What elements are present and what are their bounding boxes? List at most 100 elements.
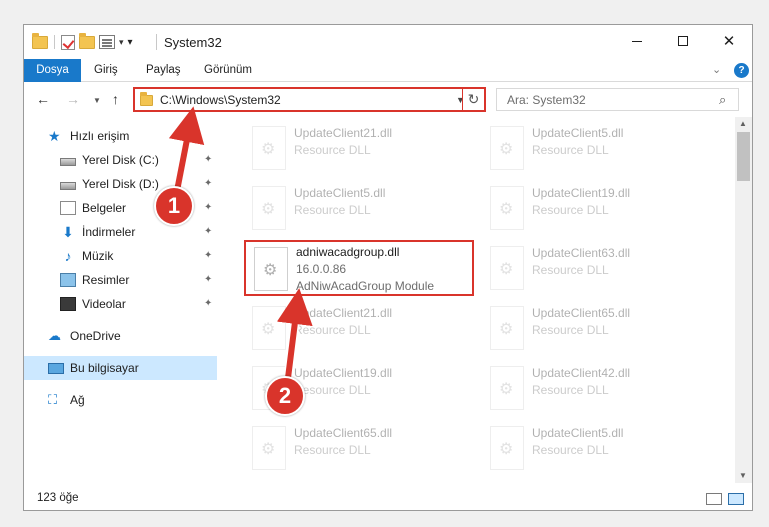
- file-description: Resource DLL: [294, 323, 371, 337]
- file-name: UpdateClient65.dll: [294, 426, 393, 440]
- maximize-button[interactable]: [660, 25, 706, 57]
- close-button[interactable]: ✕: [706, 25, 752, 57]
- file-item[interactable]: UpdateClient65.dll Resource DLL: [482, 301, 712, 357]
- pin-icon[interactable]: ✦: [204, 274, 212, 285]
- file-list: UpdateClient21.dll Resource DLL UpdateCl…: [234, 117, 736, 483]
- chevron-down-icon[interactable]: ▾: [119, 37, 124, 48]
- sidebar-item-label: Belgeler: [82, 201, 127, 215]
- title-bar: ▾ ▾ System32 ✕: [24, 25, 752, 59]
- file-item[interactable]: UpdateClient5.dll Resource DLL: [244, 181, 474, 237]
- file-name: UpdateClient19.dll: [294, 366, 393, 380]
- status-bar: 123 öğe: [24, 487, 752, 510]
- dll-file-icon: [252, 306, 286, 350]
- file-description: Resource DLL: [532, 443, 609, 457]
- expand-ribbon-icon[interactable]: ⌄: [712, 63, 721, 76]
- file-item[interactable]: UpdateClient21.dll Resource DLL: [244, 301, 474, 357]
- toolbar-divider: [54, 35, 55, 49]
- dll-file-icon: [490, 366, 524, 410]
- vertical-scrollbar[interactable]: ▲ ▼: [735, 117, 752, 483]
- sidebar-item-downloads[interactable]: ⬇ İndirmeler ✦: [24, 220, 217, 244]
- sidebar-item-label: Ağ: [70, 393, 85, 407]
- refresh-button[interactable]: ↻: [462, 87, 486, 112]
- pictures-icon: [60, 273, 76, 287]
- title-divider: [156, 34, 157, 50]
- file-name: UpdateClient21.dll: [294, 126, 393, 140]
- sidebar-item-onedrive[interactable]: ☁ OneDrive: [24, 324, 217, 348]
- file-item[interactable]: UpdateClient63.dll Resource DLL: [482, 241, 712, 297]
- search-input[interactable]: Ara: System32 ⌕: [496, 88, 739, 111]
- properties-check-icon[interactable]: [61, 34, 75, 50]
- window-title: System32: [164, 35, 222, 50]
- pin-icon[interactable]: ✦: [204, 154, 212, 165]
- file-description: Resource DLL: [532, 383, 609, 397]
- sidebar-item-label: Yerel Disk (D:): [82, 177, 159, 191]
- sidebar-item-videos[interactable]: Videolar ✦: [24, 292, 217, 316]
- customize-toolbar-icon[interactable]: ▾: [128, 37, 133, 48]
- music-note-icon: ♪: [64, 248, 72, 264]
- search-placeholder: Ara: System32: [507, 93, 586, 107]
- pin-icon[interactable]: ✦: [204, 202, 212, 213]
- sidebar-item-network[interactable]: ⛶ Ağ: [24, 388, 217, 412]
- tab-view[interactable]: Görünüm: [194, 59, 262, 82]
- file-item[interactable]: UpdateClient5.dll Resource DLL: [482, 121, 712, 177]
- dll-file-icon: [252, 426, 286, 470]
- scrollbar-thumb[interactable]: [737, 132, 750, 181]
- file-item[interactable]: UpdateClient5.dll Resource DLL: [482, 421, 712, 477]
- sidebar-item-quick-access[interactable]: ★ Hızlı erişim: [24, 124, 217, 148]
- documents-icon: [60, 201, 76, 215]
- file-item[interactable]: UpdateClient42.dll Resource DLL: [482, 361, 712, 417]
- up-arrow-icon[interactable]: ↑: [112, 91, 119, 107]
- quick-access-toolbar: ▾ ▾: [32, 32, 133, 51]
- tab-share[interactable]: Paylaş: [136, 59, 191, 82]
- navigation-pane: ★ Hızlı erişim Yerel Disk (C:) ✦ Yerel D…: [24, 121, 219, 483]
- file-item[interactable]: UpdateClient65.dll Resource DLL: [244, 421, 474, 477]
- tab-file[interactable]: Dosya: [24, 59, 81, 82]
- address-bar[interactable]: C:\Windows\System32 ▼: [133, 87, 484, 112]
- tab-home[interactable]: Giriş: [84, 59, 128, 82]
- new-folder-icon[interactable]: [79, 32, 95, 49]
- file-name: UpdateClient5.dll: [532, 126, 624, 140]
- file-item-adniwacadgroup[interactable]: adniwacadgroup.dll 16.0.0.86 AdNiwAcadGr…: [244, 240, 474, 296]
- dll-file-icon: [254, 247, 288, 291]
- address-path: C:\Windows\System32: [160, 93, 281, 107]
- drive-icon: [60, 182, 76, 190]
- file-name: UpdateClient63.dll: [532, 246, 631, 260]
- file-description: Resource DLL: [294, 383, 371, 397]
- sidebar-item-local-disk-c[interactable]: Yerel Disk (C:) ✦: [24, 148, 217, 172]
- file-description: Resource DLL: [532, 203, 609, 217]
- details-view-icon[interactable]: [706, 493, 722, 505]
- scroll-up-icon[interactable]: ▲: [739, 119, 747, 128]
- dll-file-icon: [490, 426, 524, 470]
- file-name: UpdateClient19.dll: [532, 186, 631, 200]
- ribbon-tabs: Dosya Giriş Paylaş Görünüm ⌄ ?: [24, 59, 752, 82]
- back-arrow-icon[interactable]: ←: [36, 91, 50, 107]
- sidebar-item-label: OneDrive: [70, 329, 121, 343]
- minimize-button[interactable]: [614, 25, 660, 57]
- sidebar-item-music[interactable]: ♪ Müzik ✦: [24, 244, 217, 268]
- pin-icon[interactable]: ✦: [204, 226, 212, 237]
- sidebar-item-label: Müzik: [82, 249, 114, 263]
- download-icon: ⬇: [62, 224, 74, 240]
- folder-icon: [140, 92, 153, 106]
- recent-locations-icon[interactable]: ▼: [93, 96, 101, 105]
- file-item[interactable]: UpdateClient21.dll Resource DLL: [244, 121, 474, 177]
- view-properties-icon[interactable]: [99, 35, 115, 49]
- refresh-icon: ↻: [467, 91, 480, 107]
- search-icon[interactable]: ⌕: [719, 92, 726, 108]
- file-item[interactable]: UpdateClient19.dll Resource DLL: [482, 181, 712, 237]
- file-description: Resource DLL: [532, 323, 609, 337]
- step-badge-1: 1: [154, 186, 194, 226]
- pin-icon[interactable]: ✦: [204, 250, 212, 261]
- tiles-view-icon[interactable]: [728, 493, 744, 505]
- pin-icon[interactable]: ✦: [204, 178, 212, 189]
- file-version: 16.0.0.86: [296, 262, 347, 276]
- pin-icon[interactable]: ✦: [204, 298, 212, 309]
- file-description: Resource DLL: [532, 263, 609, 277]
- file-description: Resource DLL: [294, 203, 371, 217]
- scroll-down-icon[interactable]: ▼: [739, 471, 747, 480]
- help-icon[interactable]: ?: [734, 63, 749, 78]
- file-name: UpdateClient65.dll: [532, 306, 631, 320]
- forward-arrow-icon[interactable]: →: [66, 91, 80, 107]
- sidebar-item-pictures[interactable]: Resimler ✦: [24, 268, 217, 292]
- sidebar-item-this-pc[interactable]: Bu bilgisayar: [24, 356, 217, 380]
